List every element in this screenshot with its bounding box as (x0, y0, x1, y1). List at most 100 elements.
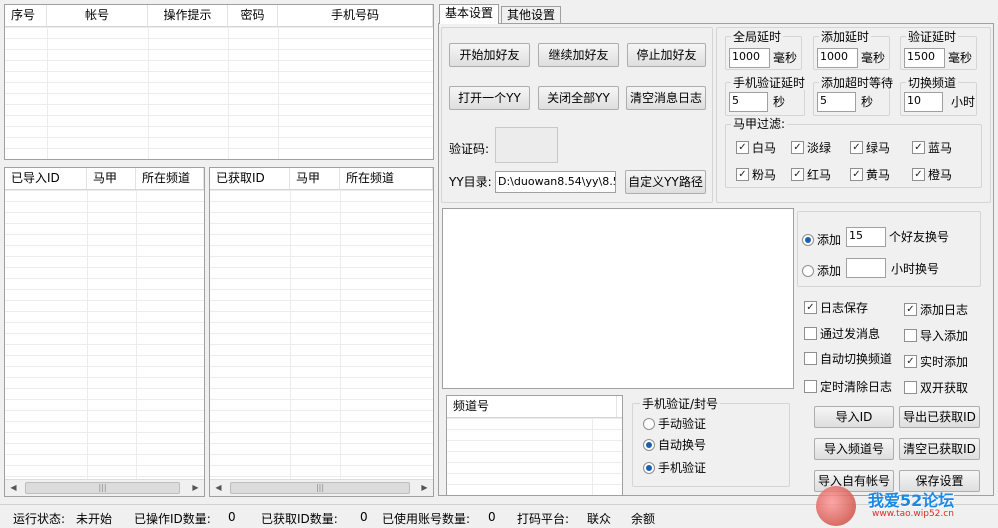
col-vest[interactable]: 马甲 (290, 168, 340, 189)
tab-basic-settings[interactable]: 基本设置 (439, 4, 500, 24)
captcha-platform-value: 联众 (587, 512, 612, 526)
scroll-thumb[interactable]: ||| (230, 482, 410, 494)
hours-per-account-input[interactable] (846, 258, 886, 278)
stop-add-friends-button[interactable]: 停止加好友 (627, 43, 706, 67)
phone-verify-delay-title: 手机验证延时 (731, 76, 808, 90)
phone-verify-radio[interactable]: 手机验证 (643, 459, 706, 476)
add-timeout-title: 添加超时等待 (819, 76, 896, 90)
filter-lightgreen-checkbox[interactable]: ✓ 淡绿 (791, 139, 831, 156)
switch-by-friends-radio[interactable]: 添加 (802, 231, 841, 248)
used-count-label: 已使用账号数量: (382, 512, 471, 526)
col-index[interactable]: 序号 (5, 5, 47, 26)
imported-hscrollbar[interactable]: ◀ ||| ▶ (5, 479, 204, 496)
fetched-count-value: 0 (360, 510, 368, 524)
channel-table-body (447, 418, 622, 495)
col-channel[interactable]: 所在频道 (136, 168, 204, 189)
yy-dir-input[interactable]: D:\duowan8.54\yy\8.5 (495, 171, 616, 193)
continue-add-friends-button[interactable]: 继续加好友 (538, 43, 619, 67)
col-password[interactable]: 密码 (228, 5, 278, 26)
filter-orange-checkbox[interactable]: ✓ 橙马 (912, 166, 952, 183)
col-channel[interactable]: 所在频道 (340, 168, 433, 189)
run-state-label: 运行状态: (13, 512, 66, 526)
switch-by-hours-radio[interactable]: 添加 (802, 262, 841, 279)
watermark-site: 我爱52论坛 (868, 491, 955, 510)
filter-yellow-checkbox[interactable]: ✓ 黄马 (850, 166, 890, 183)
verify-delay-title: 验证延时 (906, 30, 959, 44)
captcha-platform-label: 打码平台: (517, 512, 570, 526)
fetched-count-label: 已获取ID数量: (261, 512, 338, 526)
verify-delay-unit: 毫秒 (948, 51, 973, 65)
global-delay-title: 全局延时 (731, 30, 784, 44)
save-log-checkbox[interactable]: ✓ 日志保存 (804, 299, 868, 316)
realtime-add-checkbox[interactable]: ✓ 实时添加 (904, 353, 968, 370)
send-message-checkbox[interactable]: 通过发消息 (804, 325, 880, 342)
log-panel[interactable] (442, 208, 794, 389)
phone-verify-delay-input[interactable]: 5 (729, 92, 768, 112)
start-add-friends-button[interactable]: 开始加好友 (449, 43, 530, 67)
account-table-header: 序号 帐号 操作提示 密码 手机号码 (5, 5, 433, 27)
filter-red-checkbox[interactable]: ✓ 红马 (791, 166, 831, 183)
imported-id-table[interactable]: 已导入ID 马甲 所在频道 ◀ ||| ▶ (4, 167, 205, 497)
add-delay-title: 添加延时 (819, 30, 872, 44)
export-fetched-id-button[interactable]: 导出已获取ID (899, 406, 980, 428)
fetched-table-body (210, 190, 433, 496)
friends-per-account-suffix: 个好友换号 (889, 230, 950, 244)
global-delay-input[interactable]: 1000 (729, 48, 770, 68)
imported-table-body (5, 190, 204, 496)
col-imported-id[interactable]: 已导入ID (5, 168, 87, 189)
fetched-table-header: 已获取ID 马甲 所在频道 (210, 168, 433, 190)
dual-fetch-checkbox[interactable]: 双开获取 (904, 379, 968, 396)
import-id-button[interactable]: 导入ID (814, 406, 894, 428)
channel-table[interactable]: 频道号 (446, 395, 623, 496)
balance-label: 余额 (631, 512, 656, 526)
verify-delay-input[interactable]: 1500 (904, 48, 945, 68)
col-vest[interactable]: 马甲 (87, 168, 136, 189)
yy-dir-label: YY目录: (449, 175, 492, 189)
clear-log-button[interactable]: 清空消息日志 (626, 86, 706, 110)
col-fetched-id[interactable]: 已获取ID (210, 168, 290, 189)
switch-channel-title: 切换频道 (906, 76, 959, 90)
captcha-image (495, 127, 558, 163)
auto-switch-channel-checkbox[interactable]: 自动切换频道 (804, 350, 892, 367)
scroll-thumb[interactable]: ||| (25, 482, 180, 494)
add-log-checkbox[interactable]: ✓ 添加日志 (904, 301, 968, 318)
used-count-value: 0 (488, 510, 496, 524)
custom-yy-path-button[interactable]: 自定义YY路径 (625, 170, 706, 194)
vest-filter-title: 马甲过滤: (731, 117, 788, 131)
col-channel-number[interactable]: 频道号 (447, 396, 617, 417)
filter-green-checkbox[interactable]: ✓ 绿马 (850, 139, 890, 156)
switch-channel-input[interactable]: 10 (904, 92, 943, 112)
channel-table-header: 频道号 (447, 396, 622, 418)
timed-clear-log-checkbox[interactable]: 定时清除日志 (804, 378, 892, 395)
account-table-body (5, 27, 433, 159)
col-phone[interactable]: 手机号码 (278, 5, 433, 26)
filter-white-checkbox[interactable]: ✓ 白马 (736, 139, 776, 156)
friends-per-account-input[interactable]: 15 (846, 227, 886, 247)
run-state-value: 未开始 (76, 512, 113, 526)
phone-verify-delay-unit: 秒 (773, 95, 786, 109)
import-channel-button[interactable]: 导入频道号 (814, 438, 894, 460)
import-add-checkbox[interactable]: 导入添加 (904, 327, 968, 344)
add-delay-unit: 毫秒 (861, 51, 886, 65)
add-timeout-input[interactable]: 5 (817, 92, 856, 112)
col-account[interactable]: 帐号 (47, 5, 148, 26)
captcha-label: 验证码: (449, 142, 490, 156)
fetched-hscrollbar[interactable]: ◀ ||| ▶ (210, 479, 433, 496)
filter-blue-checkbox[interactable]: ✓ 蓝马 (912, 139, 952, 156)
filter-pink-checkbox[interactable]: ✓ 粉马 (736, 166, 776, 183)
fetched-id-table[interactable]: 已获取ID 马甲 所在频道 ◀ ||| ▶ (209, 167, 434, 497)
imported-table-header: 已导入ID 马甲 所在频道 (5, 168, 204, 190)
watermark-logo-icon (816, 486, 856, 526)
site-watermark: 我爱52论坛 www.tao.wip52.cn (812, 480, 998, 528)
account-table[interactable]: 序号 帐号 操作提示 密码 手机号码 (4, 4, 434, 160)
close-all-yy-button[interactable]: 关闭全部YY (538, 86, 619, 110)
phone-verify-title: 手机验证/封号 (640, 397, 721, 411)
add-delay-input[interactable]: 1000 (817, 48, 858, 68)
clear-fetched-id-button[interactable]: 清空已获取ID (899, 438, 980, 460)
col-op-hint[interactable]: 操作提示 (148, 5, 228, 26)
open-yy-button[interactable]: 打开一个YY (449, 86, 530, 110)
auto-switch-account-radio[interactable]: 自动换号 (643, 436, 706, 453)
manual-verify-radio[interactable]: 手动验证 (643, 415, 706, 432)
global-delay-unit: 毫秒 (773, 51, 798, 65)
switch-channel-unit: 小时 (951, 95, 976, 109)
